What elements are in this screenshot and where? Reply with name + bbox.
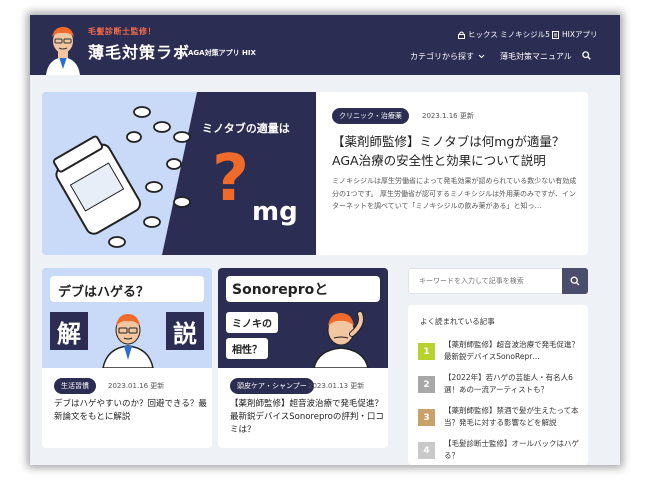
rank-badge: 3 (418, 409, 435, 426)
logo-byline: by AGA対策アプリ HIX (176, 49, 256, 57)
card-image-line: ミノキの (226, 312, 278, 333)
document-icon (552, 30, 559, 39)
category-tag[interactable]: クリニック・治療薬 (332, 108, 409, 124)
card-image-line: Sonoreproと (232, 282, 329, 298)
search-icon[interactable] (582, 51, 591, 60)
top-link-hix-app[interactable]: HIXアプリ (552, 29, 598, 40)
popular-item-title[interactable]: 【2022年】若ハゲの芸能人・有名人6選！あの一流アーティストも？ (444, 372, 582, 396)
site-header: 毛髪診断士監修！ 薄毛対策ラボ by AGA対策アプリ HIX ヒックス ミノキ… (30, 15, 620, 75)
updated-date: 2023.01.13 更新 (308, 382, 365, 390)
card-image-line: デブはハゲる？ (58, 285, 150, 300)
search-icon (570, 276, 580, 286)
category-tag[interactable]: 生活習慣 (54, 378, 96, 394)
featured-image-unit: mg (252, 197, 298, 227)
pill-bottle-illustration (52, 92, 316, 255)
nav-manual[interactable]: 薄毛対策マニュアル (500, 51, 572, 62)
featured-article-card[interactable]: ミノタブの適量は ? mg クリニック・治療薬 2023.1.16 更新 【薬剤… (42, 92, 588, 255)
featured-article-image[interactable]: ミノタブの適量は ? mg (42, 92, 316, 255)
rank-badge: 2 (418, 376, 435, 393)
top-link-label: ヒックス ミノキシジル5 (468, 30, 550, 39)
sidebar-search (408, 268, 588, 294)
logo-subtitle: 毛髪診断士監修！ (88, 27, 156, 36)
doctor-mascot-icon (46, 27, 80, 75)
popular-item[interactable]: 1 【薬剤師監修】超音波治療で発毛促進？最新鋭デバイスSonoRepr… (418, 339, 583, 365)
top-link-minoxidil[interactable]: ヒックス ミノキシジル5 (458, 29, 550, 40)
thinking-man-illustration (313, 311, 369, 368)
rank-badge: 4 (418, 442, 435, 459)
article-card[interactable]: Sonoreproと ミノキの 相性？ 頭皮ケア・シャンプー 2023.01.1… (218, 268, 388, 448)
popular-item-title[interactable]: 【薬剤師監修】禁酒で髪が生えたって本当？発毛に対する影響などを解説 (444, 405, 582, 429)
nav-label: 薄毛対策マニュアル (500, 52, 572, 61)
popular-item[interactable]: 3 【薬剤師監修】禁酒で髪が生えたって本当？発毛に対する影響などを解説 (418, 405, 583, 431)
updated-date: 2023.01.16 更新 (108, 382, 165, 390)
lock-icon (458, 31, 465, 39)
popular-item[interactable]: 2 【2022年】若ハゲの芸能人・有名人6選！あの一流アーティストも？ (418, 372, 583, 398)
article-card-title[interactable]: 【薬剤師監修】超音波治療で発毛促進？最新鋭デバイスSonoreproの評判・口コ… (230, 398, 385, 437)
doctor-illustration (102, 314, 154, 368)
card-image-line: 相性？ (226, 338, 268, 359)
article-card-image[interactable]: デブはハゲる？ 解 説 (42, 268, 212, 368)
popular-item-title[interactable]: 【薬剤師監修】超音波治療で発毛促進？最新鋭デバイスSonoRepr… (444, 339, 582, 363)
nav-category-search[interactable]: カテゴリから探す (410, 51, 485, 62)
featured-article-excerpt: ミノキシジルは厚生労働省によって発毛効果が認められている数少ない有効成分の1つで… (332, 177, 577, 210)
article-card-title[interactable]: デブはハゲやすいのか？回避できる？最新論文をもとに解説 (54, 398, 209, 424)
category-tag[interactable]: 頭皮ケア・シャンプー (230, 378, 314, 394)
browser-viewport: 毛髪診断士監修！ 薄毛対策ラボ by AGA対策アプリ HIX ヒックス ミノキ… (30, 15, 620, 465)
article-card-image[interactable]: Sonoreproと ミノキの 相性？ (218, 268, 388, 368)
popular-item[interactable]: 4 【毛髪診断士監修】オールバックはハゲる？ (418, 438, 583, 464)
card-image-char-left: 解 (50, 312, 88, 350)
featured-article-title[interactable]: 【薬剤師監修】ミノタブは何mgが適量？AGA治療の安全性と効果について説明 (332, 132, 577, 170)
featured-image-heading: ミノタブの適量は (202, 122, 290, 135)
popular-articles-widget: よく読まれている記事 1 【薬剤師監修】超音波治療で発毛促進？最新鋭デバイスSo… (408, 305, 588, 465)
card-image-char-right: 説 (166, 312, 204, 350)
top-link-label: HIXアプリ (562, 30, 598, 39)
site-logo[interactable]: 薄毛対策ラボ (88, 39, 190, 63)
updated-date: 2023.1.16 更新 (422, 112, 474, 120)
nav-label: カテゴリから探す (410, 52, 474, 61)
search-input[interactable] (409, 269, 564, 293)
popular-heading: よく読まれている記事 (420, 317, 495, 326)
popular-item-title[interactable]: 【毛髪診断士監修】オールバックはハゲる？ (444, 438, 582, 462)
rank-badge: 1 (418, 343, 435, 360)
chevron-down-icon (478, 54, 485, 59)
search-submit-button[interactable] (562, 268, 588, 294)
article-card[interactable]: デブはハゲる？ 解 説 生活習慣 2023.01.16 更新 デブはハゲやすいの… (42, 268, 212, 448)
featured-image-question: ? (212, 142, 250, 216)
